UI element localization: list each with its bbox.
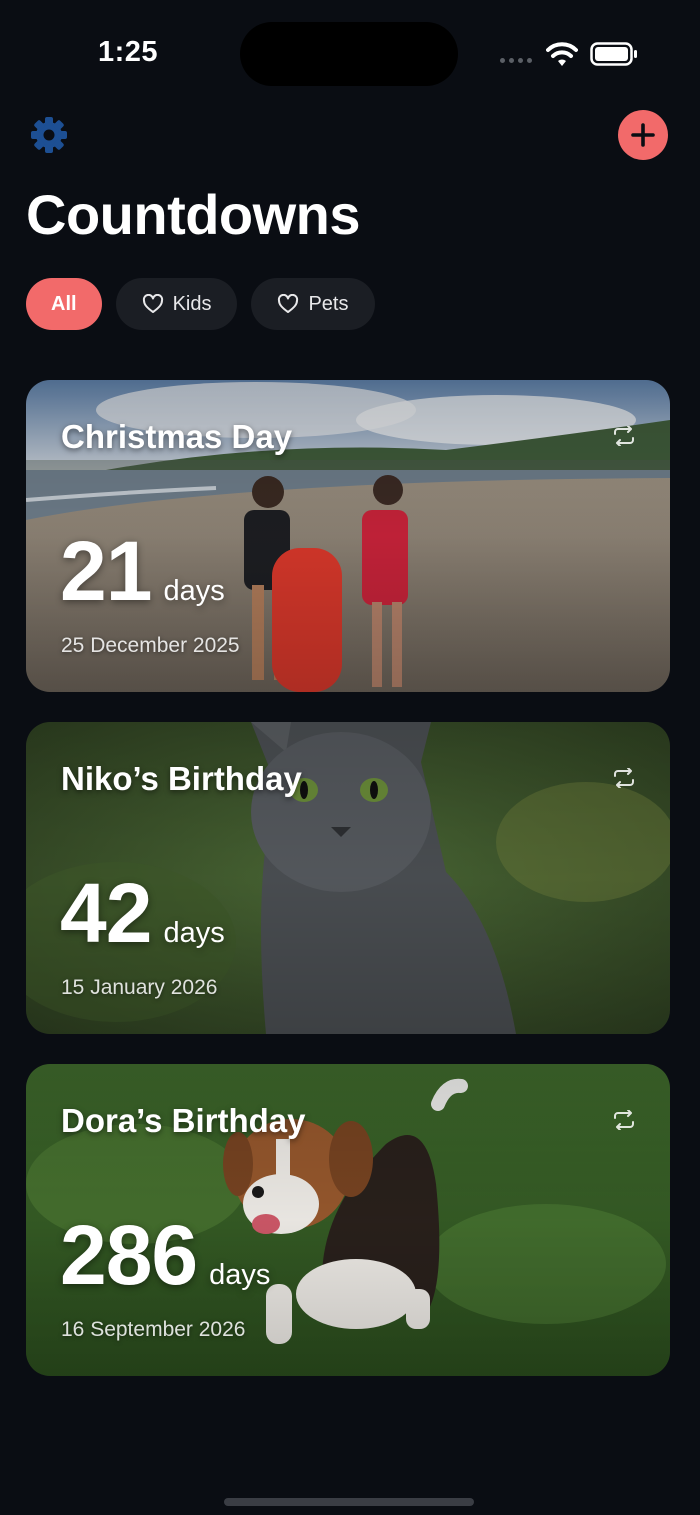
repeat-icon xyxy=(614,1110,634,1130)
event-title: Dora’s Birthday xyxy=(61,1102,306,1139)
filter-chip-label: Kids xyxy=(172,292,212,315)
filter-chip-kids[interactable]: Kids xyxy=(115,278,238,330)
days-remaining: 42 xyxy=(60,866,152,960)
event-title: Niko’s Birthday xyxy=(61,760,302,797)
countdown-card-niko[interactable]: Niko’s Birthday 42 days 15 January 2026 xyxy=(26,722,670,1034)
status-time: 1:25 xyxy=(98,36,159,68)
days-unit: days xyxy=(209,1259,271,1291)
days-remaining: 286 xyxy=(60,1208,198,1302)
countdown-card-dora[interactable]: Dora’s Birthday 286 days 16 September 20… xyxy=(26,1064,670,1376)
event-date: 25 December 2025 xyxy=(61,634,240,657)
event-title: Christmas Day xyxy=(61,418,293,455)
dynamic-island xyxy=(240,22,458,86)
repeat-icon xyxy=(614,426,634,446)
cellular-signal-icon xyxy=(500,58,532,63)
heart-outline-icon xyxy=(142,294,163,313)
filter-chip-label: Pets xyxy=(308,292,349,315)
status-bar: 1:25 xyxy=(0,0,700,100)
countdown-card-christmas[interactable]: Christmas Day 21 days 25 December 2025 xyxy=(26,380,670,692)
settings-gear-icon[interactable] xyxy=(28,114,70,156)
battery-icon xyxy=(590,42,637,66)
event-date: 15 January 2026 xyxy=(61,976,218,999)
plus-icon xyxy=(631,123,655,147)
filter-chips: All Kids Pets xyxy=(26,278,375,330)
days-unit: days xyxy=(163,575,225,607)
filter-chip-pets[interactable]: Pets xyxy=(251,278,375,330)
page-title: Countdowns xyxy=(26,183,361,246)
add-countdown-button[interactable] xyxy=(618,110,668,160)
days-unit: days xyxy=(163,917,225,949)
wifi-icon xyxy=(546,42,578,66)
filter-chip-label: All xyxy=(51,292,77,315)
repeat-icon xyxy=(614,768,634,788)
event-date: 16 September 2026 xyxy=(61,1318,246,1341)
home-indicator[interactable] xyxy=(224,1498,474,1506)
heart-outline-icon xyxy=(278,294,299,313)
filter-chip-all[interactable]: All xyxy=(26,278,102,330)
days-remaining: 21 xyxy=(60,524,152,618)
